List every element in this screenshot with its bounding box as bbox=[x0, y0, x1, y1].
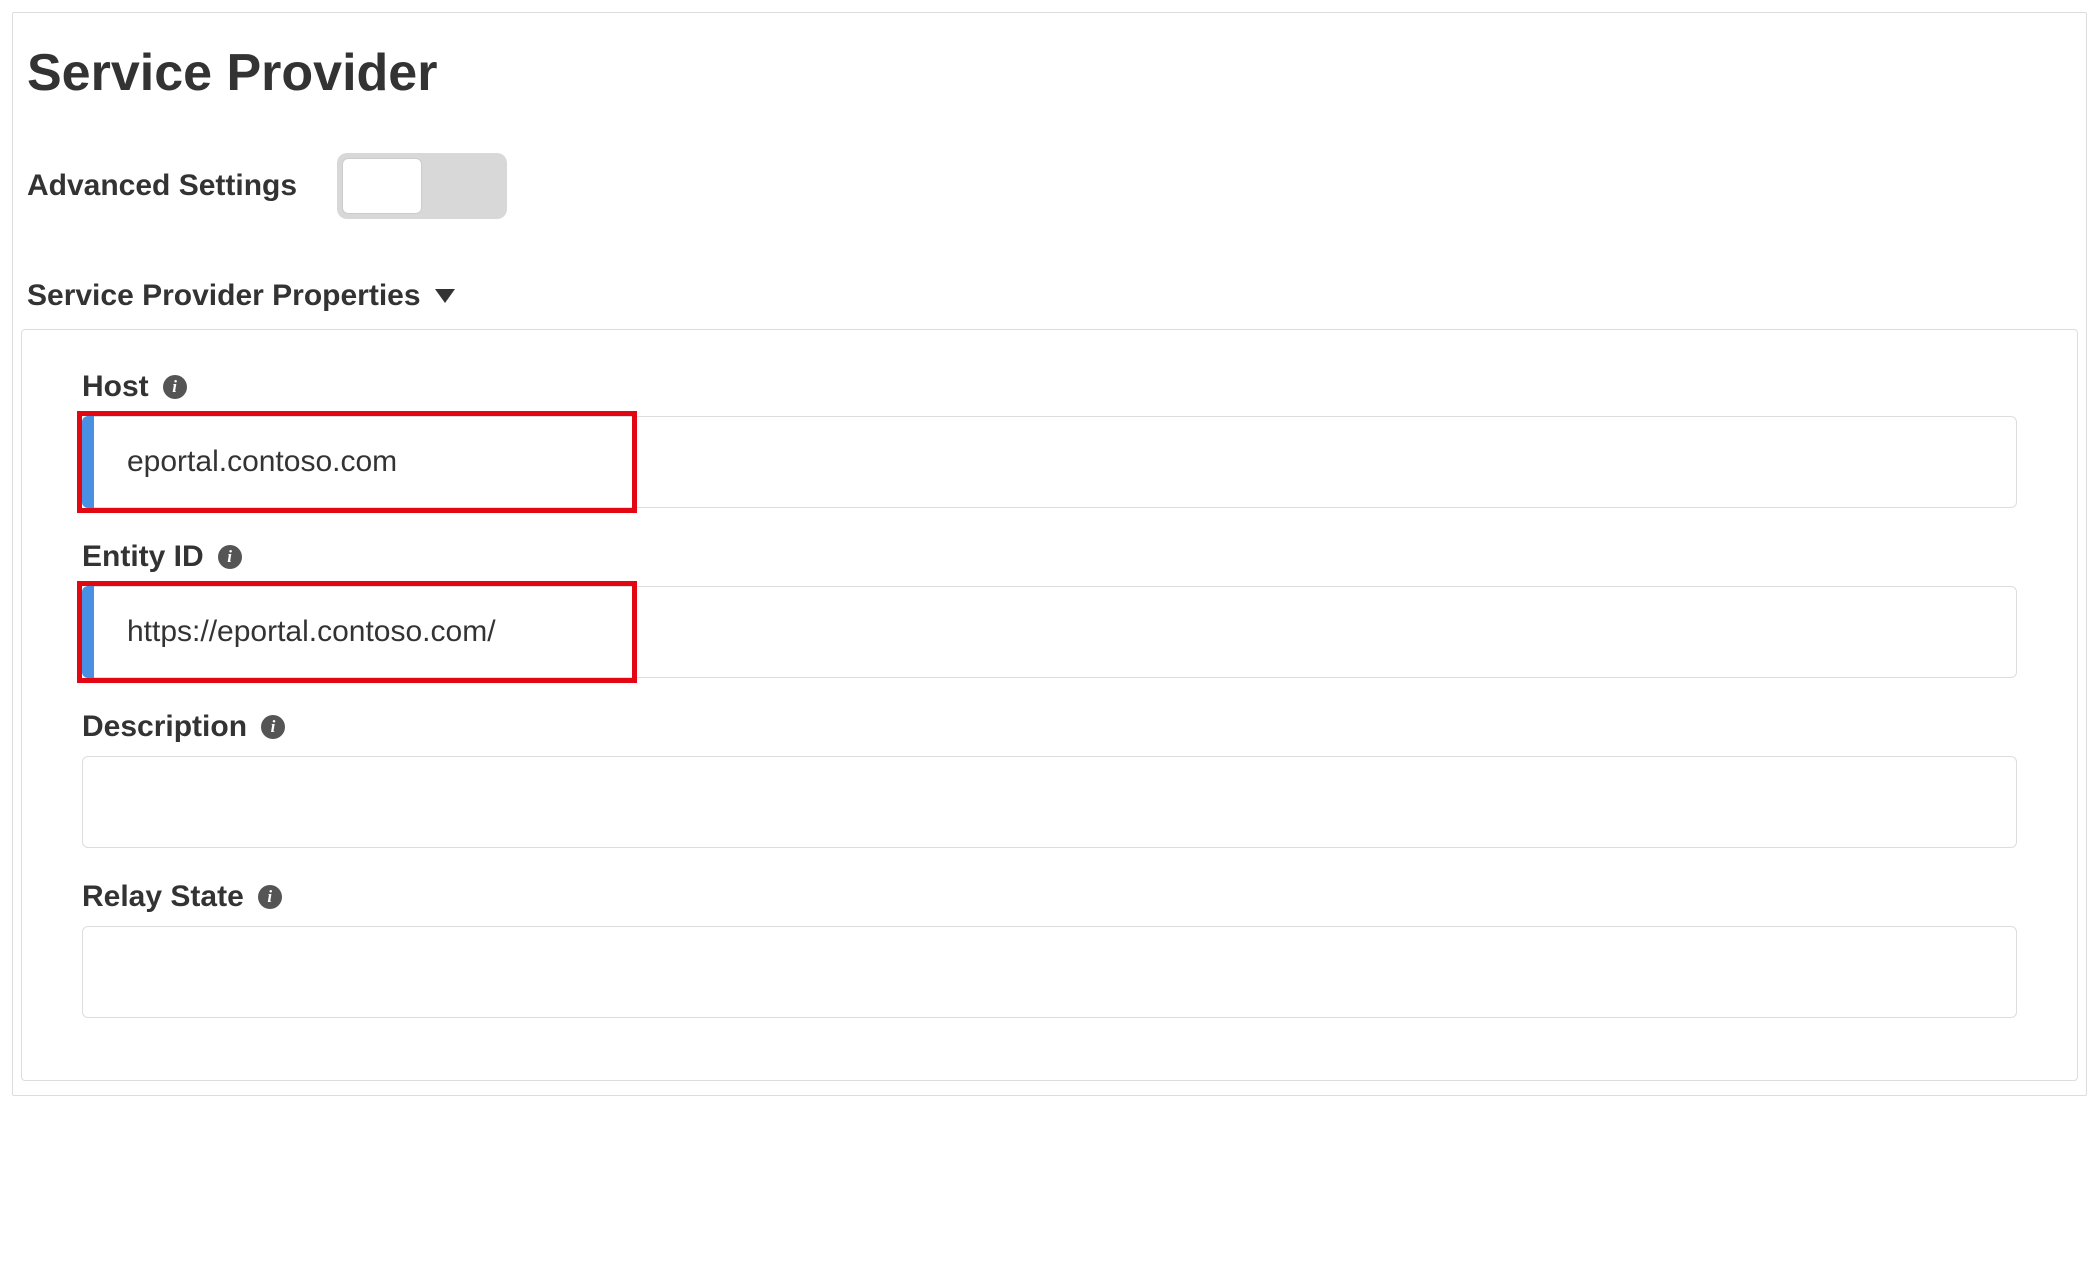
description-input-wrapper bbox=[82, 756, 2017, 848]
info-icon[interactable]: i bbox=[163, 375, 187, 399]
field-label-row-relay-state: Relay State i bbox=[82, 880, 2017, 914]
main-container: Service Provider Advanced Settings Servi… bbox=[12, 12, 2087, 1096]
page-title: Service Provider bbox=[21, 43, 2078, 103]
entity-id-input-wrapper bbox=[82, 586, 2017, 678]
field-group-relay-state: Relay State i bbox=[82, 880, 2017, 1018]
description-label: Description bbox=[82, 710, 247, 744]
host-input-wrapper bbox=[82, 416, 2017, 508]
field-group-entity-id: Entity ID i bbox=[82, 540, 2017, 678]
section-header-service-provider-properties[interactable]: Service Provider Properties bbox=[21, 279, 2078, 313]
description-input[interactable] bbox=[82, 756, 2017, 848]
field-label-row-host: Host i bbox=[82, 370, 2017, 404]
properties-panel: Host i Entity ID i Description bbox=[21, 329, 2078, 1081]
section-title: Service Provider Properties bbox=[27, 279, 421, 313]
host-label: Host bbox=[82, 370, 149, 404]
blue-strip bbox=[82, 586, 94, 678]
blue-strip bbox=[82, 416, 94, 508]
field-group-host: Host i bbox=[82, 370, 2017, 508]
caret-down-icon bbox=[435, 289, 455, 303]
field-label-row-description: Description i bbox=[82, 710, 2017, 744]
relay-state-label: Relay State bbox=[82, 880, 244, 914]
toggle-handle bbox=[342, 158, 422, 214]
info-icon[interactable]: i bbox=[258, 885, 282, 909]
info-icon[interactable]: i bbox=[218, 545, 242, 569]
relay-state-input[interactable] bbox=[82, 926, 2017, 1018]
relay-state-input-wrapper bbox=[82, 926, 2017, 1018]
field-group-description: Description i bbox=[82, 710, 2017, 848]
advanced-settings-label: Advanced Settings bbox=[27, 169, 297, 203]
host-input[interactable] bbox=[82, 416, 2017, 508]
advanced-settings-row: Advanced Settings bbox=[21, 153, 2078, 219]
info-icon[interactable]: i bbox=[261, 715, 285, 739]
field-label-row-entity-id: Entity ID i bbox=[82, 540, 2017, 574]
entity-id-label: Entity ID bbox=[82, 540, 204, 574]
entity-id-input[interactable] bbox=[82, 586, 2017, 678]
advanced-settings-toggle[interactable] bbox=[337, 153, 507, 219]
